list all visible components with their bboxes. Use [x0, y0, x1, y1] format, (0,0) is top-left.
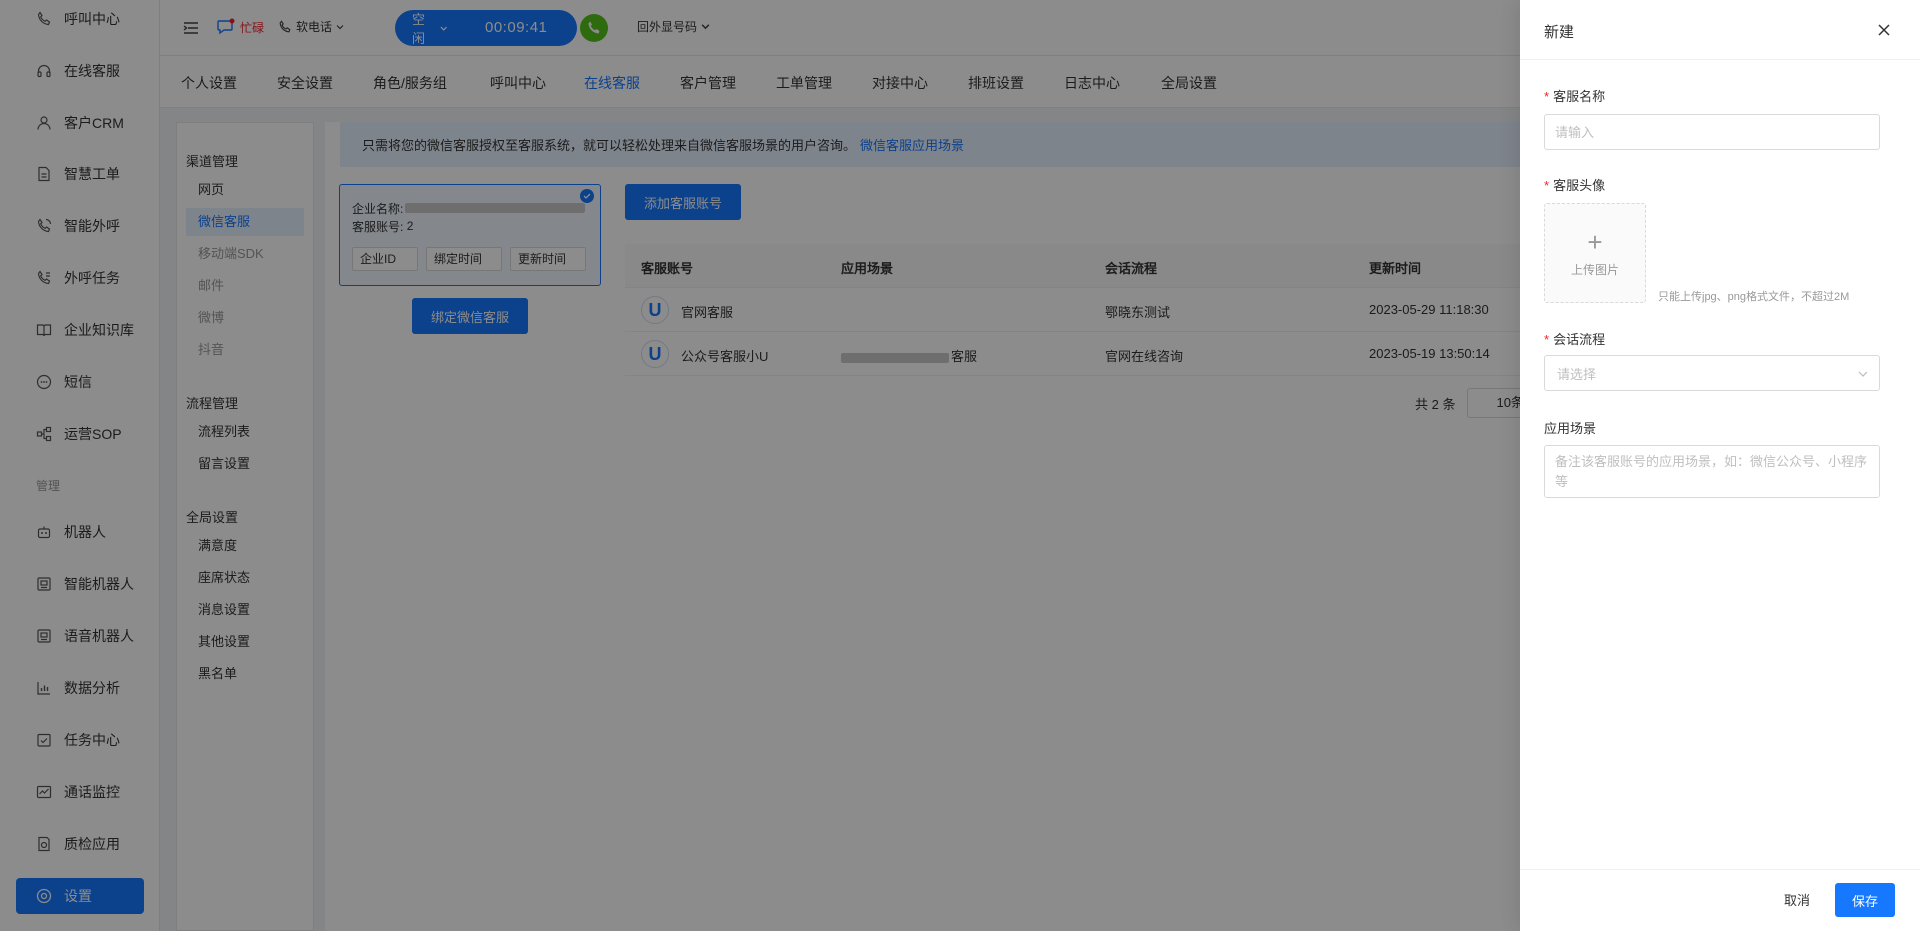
avatar-label: * 客服头像	[1544, 178, 1606, 193]
plus-icon: +	[1587, 226, 1603, 257]
scene-textarea[interactable]	[1544, 445, 1880, 498]
flow-placeholder: 请选择	[1557, 366, 1597, 382]
upload-hint: 只能上传jpg、png格式文件，不超过2M	[1658, 291, 1850, 303]
name-input[interactable]	[1544, 114, 1880, 150]
cancel-button[interactable]: 取消	[1784, 890, 1810, 909]
avatar-upload[interactable]: + 上传图片	[1544, 203, 1646, 303]
drawer-header: 新建	[1520, 0, 1920, 60]
create-drawer: 新建 *客服名称 *客服头像 + 上传图片 只能上传jpg、png格式文件，不超…	[1520, 0, 1920, 931]
save-button[interactable]: 保存	[1835, 883, 1895, 917]
flow-label: * 会话流程	[1544, 332, 1606, 347]
upload-text: 上传图片	[1570, 262, 1619, 277]
drawer-footer: 取消 保存	[1520, 869, 1920, 931]
drawer-title: 新建	[1544, 24, 1575, 41]
flow-select[interactable]: 请选择	[1544, 355, 1880, 391]
chevron-down-icon	[1858, 371, 1868, 377]
scene-label: 应用场景	[1544, 421, 1597, 436]
close-icon[interactable]	[1876, 22, 1892, 38]
name-label: * 客服名称	[1544, 89, 1606, 104]
